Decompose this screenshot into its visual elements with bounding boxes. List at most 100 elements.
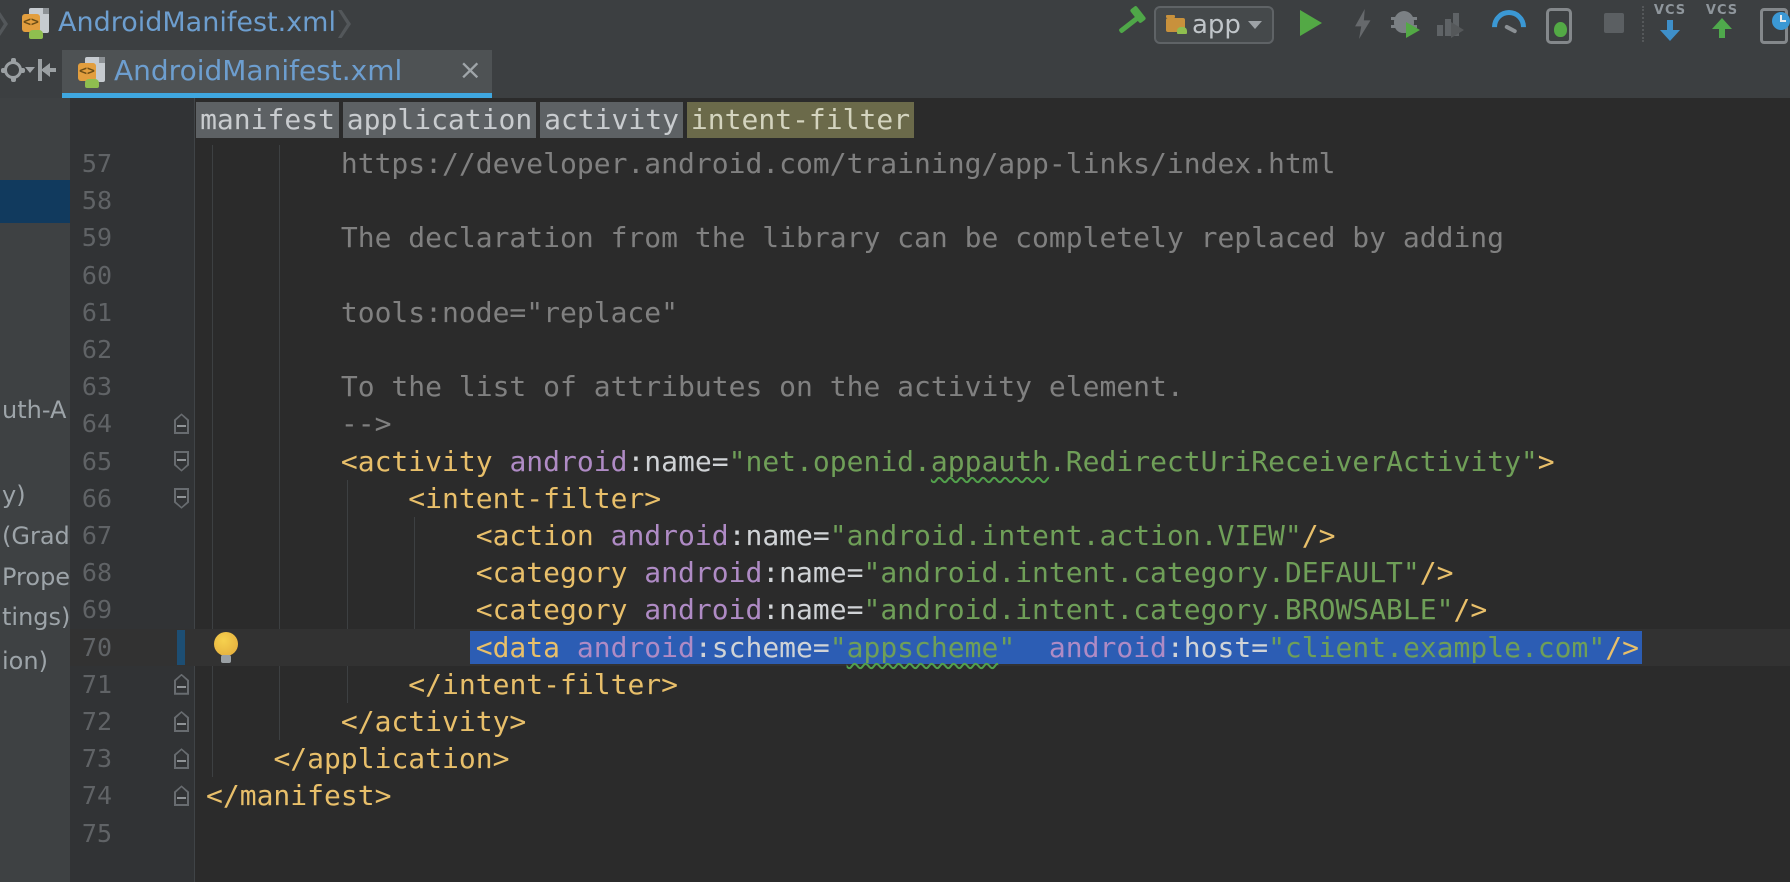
fold-marker-icon[interactable]	[174, 711, 189, 732]
project-tree-item-fragment[interactable]: Prope	[2, 563, 70, 591]
chevron-down-icon[interactable]	[25, 67, 35, 73]
code-line-text[interactable]: </manifest>	[206, 777, 391, 814]
title-breadcrumb[interactable]: AndroidManifest.xml	[58, 7, 336, 38]
fold-marker-icon[interactable]	[174, 785, 189, 806]
profiler-gauge-icon[interactable]	[1492, 0, 1532, 48]
code-line-text[interactable]: <action android:name="android.intent.act…	[206, 517, 1336, 554]
build-hammer-icon[interactable]	[1115, 0, 1155, 48]
close-icon[interactable]: ×	[459, 53, 482, 86]
line-number: 74	[70, 777, 112, 814]
code-line[interactable]: 70 <data android:scheme="appscheme" andr…	[70, 629, 1790, 666]
line-number: 67	[70, 517, 112, 554]
project-tree-selected-row[interactable]	[0, 180, 70, 223]
code-line-text[interactable]: </intent-filter>	[206, 666, 678, 703]
code-line-text[interactable]: <category android:name="android.intent.c…	[206, 554, 1453, 591]
code-line-text[interactable]: <intent-filter>	[206, 480, 661, 517]
code-line[interactable]: 65 <activity android:name="net.openid.ap…	[70, 443, 1790, 480]
vcs-commit-icon[interactable]: VCS	[1702, 0, 1742, 48]
code-line[interactable]: 63 To the list of attributes on the acti…	[70, 368, 1790, 405]
tab-label: AndroidManifest.xml	[114, 54, 402, 87]
code-line-text[interactable]: </activity>	[206, 703, 526, 740]
fold-marker-icon[interactable]	[174, 674, 189, 695]
line-number: 58	[70, 182, 112, 219]
code-line-text[interactable]: The declaration from the library can be …	[206, 219, 1504, 256]
breadcrumb-activity[interactable]: activity	[540, 102, 683, 138]
line-number: 75	[70, 815, 112, 852]
profile-icon[interactable]	[1437, 0, 1477, 48]
attach-debugger-icon[interactable]	[1546, 0, 1586, 48]
line-number: 65	[70, 443, 112, 480]
line-number: 64	[70, 405, 112, 442]
line-number: 68	[70, 554, 112, 591]
code-line[interactable]: 72 </activity>	[70, 703, 1790, 740]
code-line[interactable]: 71 </intent-filter>	[70, 666, 1790, 703]
breadcrumb-application[interactable]: application	[343, 102, 536, 138]
code-line[interactable]: 69 <category android:name="android.inten…	[70, 591, 1790, 628]
line-number: 71	[70, 666, 112, 703]
chevron-down-icon	[1248, 21, 1262, 29]
line-number: 69	[70, 591, 112, 628]
device-clock-icon[interactable]	[1760, 0, 1790, 48]
line-number: 61	[70, 294, 112, 331]
tab-androidmanifest[interactable]: <> AndroidManifest.xml ×	[62, 50, 492, 93]
breadcrumb-intent-filter[interactable]: intent-filter	[687, 102, 914, 138]
code-line[interactable]: 59 The declaration from the library can …	[70, 219, 1790, 256]
gear-icon[interactable]	[3, 60, 23, 80]
android-module-icon	[1166, 18, 1185, 32]
code-line[interactable]: 75	[70, 815, 1790, 852]
code-line[interactable]: 62	[70, 331, 1790, 368]
run-icon[interactable]	[1300, 0, 1340, 48]
vcs-label: VCS	[1650, 3, 1690, 18]
chevron-right-icon	[0, 10, 8, 38]
code-line[interactable]: 73 </application>	[70, 740, 1790, 777]
code-line[interactable]: 64 -->	[70, 405, 1790, 442]
code-line-text[interactable]: -->	[206, 405, 391, 442]
code-line[interactable]: 67 <action android:name="android.intent.…	[70, 517, 1790, 554]
line-number: 73	[70, 740, 112, 777]
line-number: 59	[70, 219, 112, 256]
code-line-text[interactable]: https://developer.android.com/training/a…	[206, 145, 1335, 182]
code-line[interactable]: 66 <intent-filter>	[70, 480, 1790, 517]
code-editor-surface[interactable]: 57 https://developer.android.com/trainin…	[70, 145, 1790, 882]
code-line-text[interactable]: <data android:scheme="appscheme" android…	[206, 629, 1642, 666]
android-studio-window: <> AndroidManifest.xml app VCS VCS <> And…	[0, 0, 1790, 882]
debug-icon[interactable]	[1394, 0, 1434, 48]
manifest-file-icon: <>	[78, 57, 105, 88]
project-tree-item-fragment[interactable]: uth-A	[2, 396, 66, 424]
project-tree-item-fragment[interactable]: y)	[2, 481, 26, 509]
line-number: 66	[70, 480, 112, 517]
fold-marker-icon[interactable]	[174, 413, 189, 434]
code-line-text[interactable]: <category android:name="android.intent.c…	[206, 591, 1487, 628]
vcs-update-icon[interactable]: VCS	[1650, 0, 1690, 48]
line-number: 57	[70, 145, 112, 182]
project-tree-item-fragment[interactable]: ion)	[2, 647, 48, 675]
project-tree-item-fragment[interactable]: tings)	[2, 603, 70, 631]
project-tree-item-fragment[interactable]: (Grad	[2, 522, 70, 550]
code-line-text[interactable]: To the list of attributes on the activit…	[206, 368, 1184, 405]
breadcrumbs: manifestapplicationactivityintent-filter	[0, 102, 1790, 138]
code-line[interactable]: 57 https://developer.android.com/trainin…	[70, 145, 1790, 182]
line-number: 62	[70, 331, 112, 368]
line-number: 70	[70, 629, 112, 666]
code-line[interactable]: 58	[70, 182, 1790, 219]
apply-changes-icon[interactable]	[1352, 0, 1392, 48]
code-line[interactable]: 61 tools:node="replace"	[70, 294, 1790, 331]
run-config-selector[interactable]: app	[1154, 6, 1274, 44]
code-line[interactable]: 68 <category android:name="android.inten…	[70, 554, 1790, 591]
code-line[interactable]: 60	[70, 257, 1790, 294]
vcs-label: VCS	[1702, 3, 1742, 18]
code-line-text[interactable]: </application>	[206, 740, 509, 777]
fold-marker-icon[interactable]	[174, 748, 189, 769]
line-number: 63	[70, 368, 112, 405]
fold-marker-icon[interactable]	[174, 451, 189, 472]
hide-panel-icon[interactable]	[38, 59, 58, 81]
code-line-text[interactable]: tools:node="replace"	[206, 294, 678, 331]
run-config-label: app	[1192, 10, 1241, 40]
code-line[interactable]: 74 </manifest>	[70, 777, 1790, 814]
title-bar: <> AndroidManifest.xml app VCSVCS	[0, 0, 1790, 49]
gutter-caret-marker	[177, 630, 185, 665]
project-panel-sliver: uth-A y) (Grad Prope tings) ion)	[0, 98, 70, 882]
breadcrumb-manifest[interactable]: manifest	[196, 102, 339, 138]
code-line-text[interactable]: <activity android:name="net.openid.appau…	[206, 443, 1555, 480]
fold-marker-icon[interactable]	[174, 488, 189, 509]
